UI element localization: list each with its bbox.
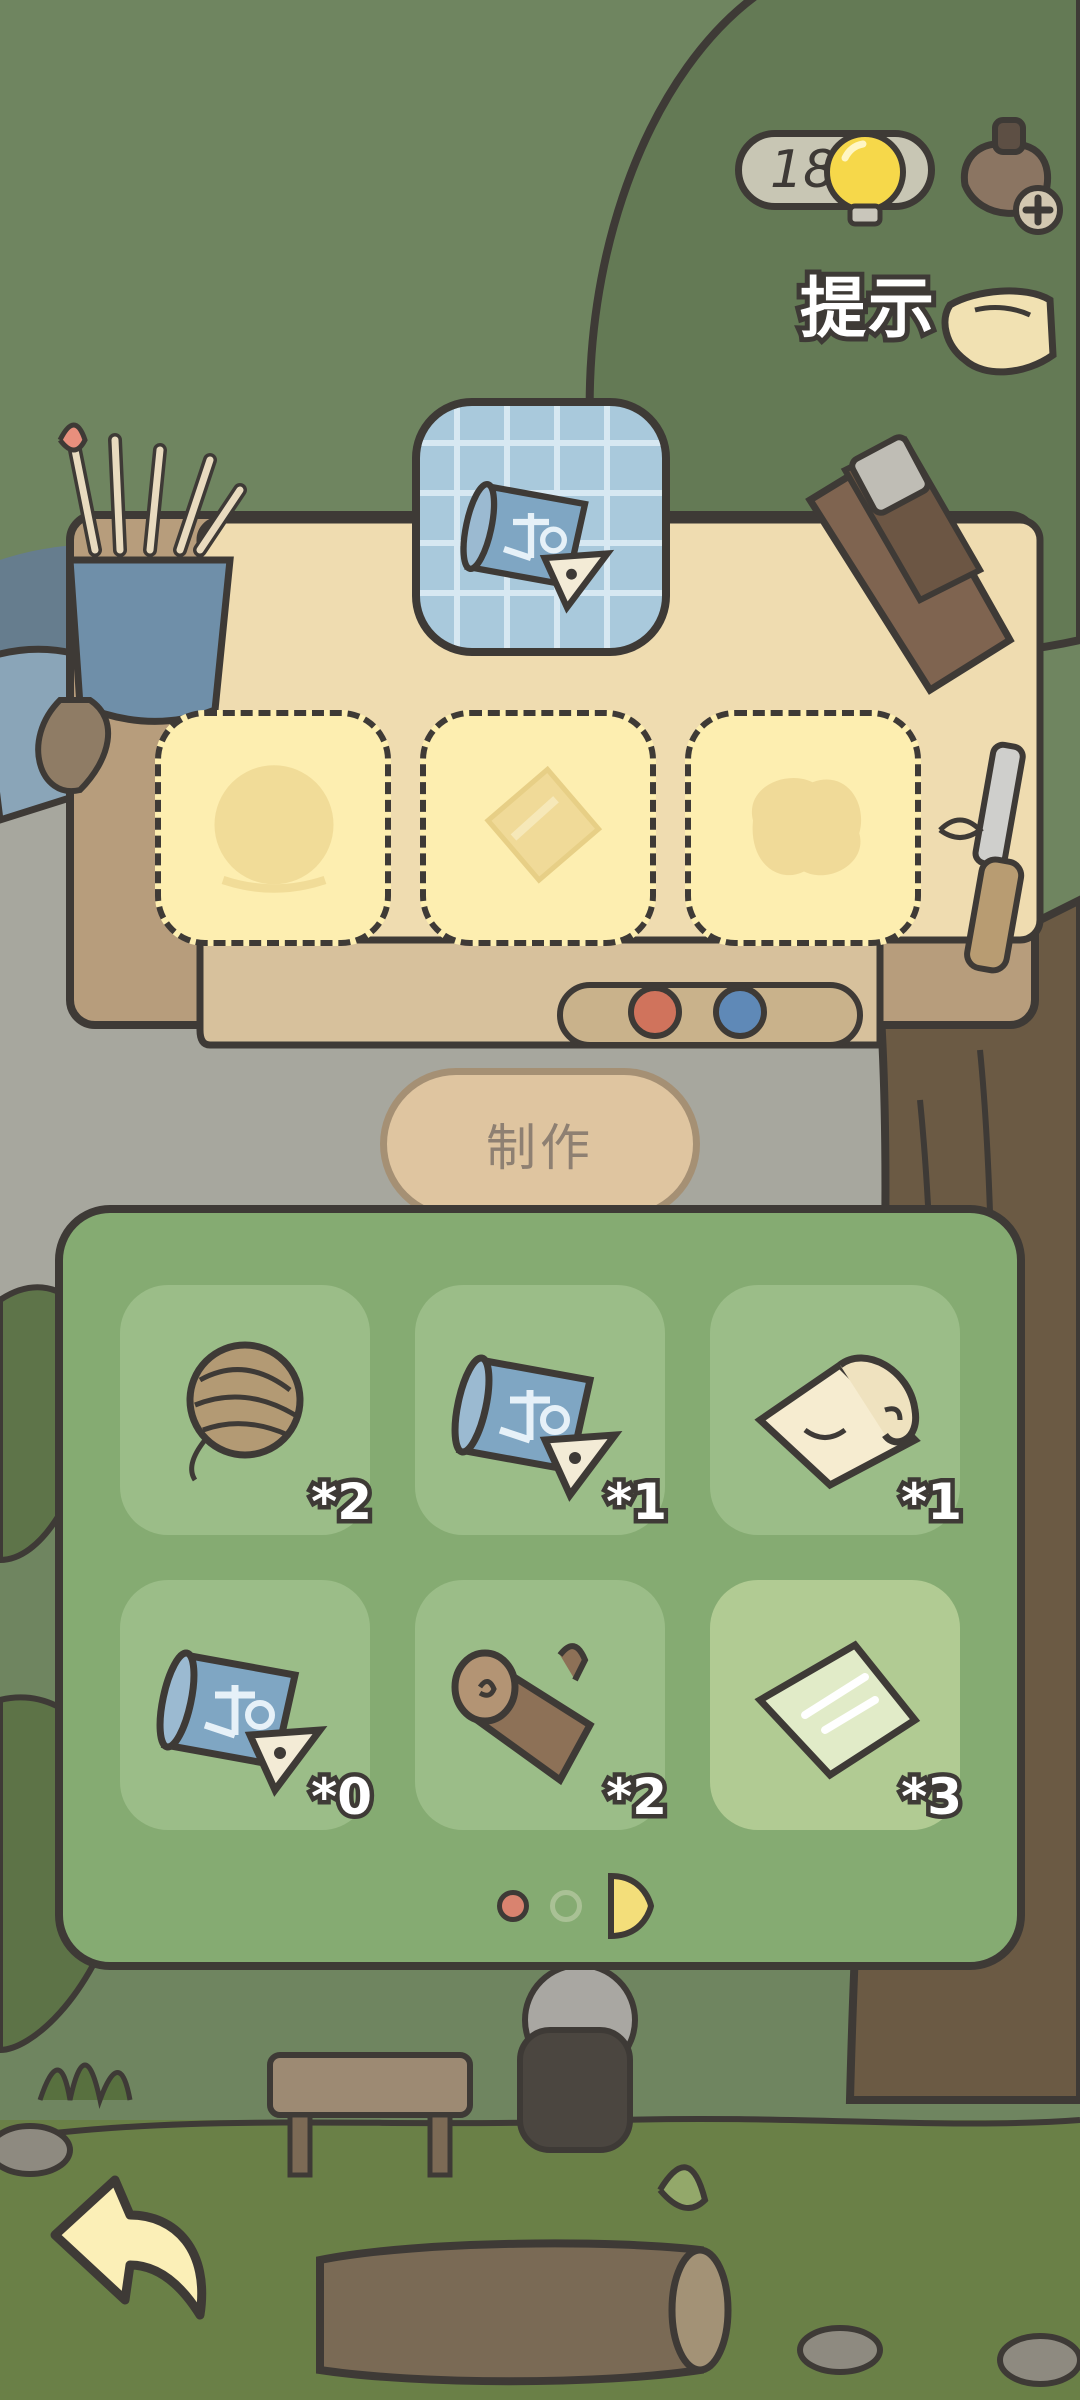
inventory-item-glass-pane[interactable]: *3: [710, 1580, 967, 1831]
craft-slot-2[interactable]: [420, 710, 656, 946]
hint-label[interactable]: 提示: [795, 255, 939, 352]
inventory-item-yarn[interactable]: *2: [120, 1285, 377, 1536]
craft-slot-3[interactable]: [685, 710, 921, 946]
blueprint-icon: [460, 481, 615, 614]
item-quantity: *2: [602, 1764, 672, 1831]
item-quantity: *2: [307, 1469, 377, 1536]
inventory-item-blueprint-empty[interactable]: *0: [120, 1580, 377, 1831]
add-hint-button[interactable]: [940, 110, 1070, 240]
craft-target: [412, 398, 670, 656]
inventory-item-blueprint[interactable]: *1: [415, 1285, 672, 1536]
glass-pane-icon: [484, 765, 603, 884]
make-button[interactable]: 制作: [380, 1068, 700, 1220]
lightbulb-icon: [824, 131, 906, 227]
item-quantity: *1: [897, 1469, 967, 1536]
item-quantity: *3: [897, 1764, 967, 1831]
item-quantity: *1: [602, 1469, 672, 1536]
inventory-item-wood-log[interactable]: *2: [415, 1580, 672, 1831]
craft-slot-1[interactable]: [155, 710, 391, 946]
page-dot-2[interactable]: [550, 1890, 582, 1922]
pointing-hand-icon: [941, 287, 1057, 376]
yarn-ball-icon: [214, 765, 334, 893]
page-dot-3[interactable]: [605, 1870, 655, 1942]
make-button-label: 制作: [486, 1119, 594, 1177]
item-quantity: *0: [307, 1764, 377, 1831]
inventory-item-paper-roll[interactable]: *1: [710, 1285, 967, 1536]
page-dot-1[interactable]: [497, 1890, 529, 1922]
back-arrow-button[interactable]: [35, 2165, 215, 2325]
lump-icon: [751, 778, 862, 876]
